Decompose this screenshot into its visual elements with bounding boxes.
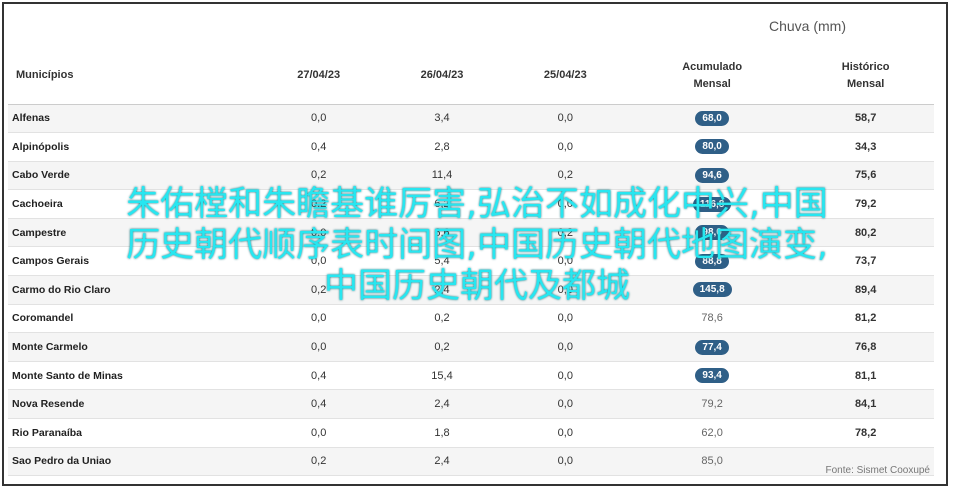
- overlay-line-3: 中国历史朝代及都城: [324, 266, 630, 306]
- acumulado-value: 62,0: [701, 426, 723, 439]
- date-2-cell: 2,8: [434, 140, 450, 153]
- acumulado-value: 85,0: [701, 455, 723, 468]
- col-date-2: 26/04/23: [380, 48, 504, 105]
- acumulado-cell: 79,2: [627, 390, 797, 419]
- table-frame: Chuva (mm) Municípios 27/04/23 26/04/23 …: [2, 2, 948, 486]
- date-1-cell: 0,2: [311, 455, 327, 468]
- table-header-row: Municípios 27/04/23 26/04/23 25/04/23 Ac…: [8, 48, 934, 105]
- municipio-cell: Sao Pedro da Uniao: [12, 455, 112, 468]
- col-acumulado-l1: Acumulado: [682, 60, 743, 73]
- source-note: Fonte: Sismet Cooxupé: [825, 465, 931, 476]
- municipio-cell: Alpinópolis: [12, 140, 70, 153]
- date-1-cell: 0,0: [311, 112, 327, 125]
- historico-cell: 84,1: [854, 398, 877, 411]
- historico-cell: 81,2: [854, 312, 877, 325]
- col-historico-l2: Mensal: [847, 77, 885, 90]
- acumulado-badge: 68,0: [695, 110, 730, 126]
- historico-cell: 78,2: [854, 426, 877, 439]
- col-historico: Histórico Mensal: [797, 48, 934, 105]
- municipio-cell: Coromandel: [12, 312, 74, 325]
- col-date-1: 27/04/23: [257, 48, 381, 105]
- table-row: Sao Pedro da Uniao 0,2 2,4 0,0 85,0: [8, 447, 934, 476]
- historico-cell: 58,7: [854, 112, 877, 125]
- historico-cell: 76,8: [854, 341, 877, 354]
- col-date-3: 25/04/23: [503, 48, 627, 105]
- table-row: Monte Santo de Minas 0,4 15,4 0,0 93,4 81,1: [8, 361, 934, 390]
- date-1-cell: 0,0: [311, 341, 327, 354]
- acumulado-badge: 77,4: [695, 339, 730, 355]
- date-2-cell: 3,4: [434, 112, 450, 125]
- table-row: Alfenas 0,0 3,4 0,0 68,0 58,7: [8, 104, 934, 133]
- acumulado-value: 79,2: [701, 398, 723, 411]
- date-3-cell: 0,0: [557, 140, 573, 153]
- date-2-cell: 0,2: [434, 312, 450, 325]
- table-row: Rio Paranaíba 0,0 1,8 0,0 62,0 78,2: [8, 419, 934, 448]
- date-2-cell: 0,2: [434, 341, 450, 354]
- historico-cell: 81,1: [854, 369, 877, 382]
- table-row: Alpinópolis 0,4 2,8 0,0 80,0 34,3: [8, 133, 934, 162]
- overlay-line-1: 朱佑樘和朱瞻基谁厉害,弘治不如成化中兴,中国: [126, 184, 828, 224]
- acumulado-cell: 78,6: [627, 304, 797, 333]
- acumulado-badge: 94,6: [695, 167, 730, 183]
- municipio-cell: Rio Paranaíba: [12, 426, 83, 439]
- acumulado-cell: 85,0: [627, 447, 797, 476]
- acumulado-cell: 68,0: [627, 104, 797, 133]
- col-historico-l1: Histórico: [841, 60, 890, 73]
- date-2-cell: 2,4: [434, 455, 450, 468]
- acumulado-cell: 77,4: [627, 333, 797, 362]
- overlay-caption: 朱佑樘和朱瞻基谁厉害,弘治不如成化中兴,中国 历史朝代顺序表时间图,中国历史朝代…: [4, 184, 946, 307]
- date-3-cell: 0,0: [557, 341, 573, 354]
- table-row: Nova Resende 0,4 2,4 0,0 79,2 84,1: [8, 389, 934, 419]
- date-3-cell: 0,0: [557, 369, 573, 382]
- date-1-cell: 0,4: [311, 398, 327, 411]
- acumulado-cell: 93,4: [627, 361, 797, 390]
- date-3-cell: 0,0: [557, 398, 573, 411]
- acumulado-cell: 80,0: [627, 133, 797, 162]
- municipio-cell: Monte Carmelo: [12, 341, 88, 354]
- municipio-cell: Alfenas: [12, 112, 50, 125]
- municipio-cell: Nova Resende: [12, 398, 85, 411]
- historico-cell: 34,3: [854, 140, 877, 153]
- date-3-cell: 0,0: [557, 426, 573, 439]
- date-3-cell: 0,0: [557, 112, 573, 125]
- acumulado-cell: 62,0: [627, 419, 797, 448]
- date-2-cell: 2,4: [434, 398, 450, 411]
- municipio-cell: Monte Santo de Minas: [12, 369, 123, 382]
- date-3-cell: 0,0: [557, 455, 573, 468]
- date-1-cell: 0,4: [311, 140, 327, 153]
- date-1-cell: 0,0: [311, 426, 327, 439]
- date-1-cell: 0,0: [311, 312, 327, 325]
- overlay-line-2: 历史朝代顺序表时间图,中国历史朝代地图演变,: [126, 225, 828, 265]
- col-acumulado: Acumulado Mensal: [626, 48, 798, 105]
- acumulado-badge: 93,4: [695, 368, 730, 384]
- date-1-cell: 0,4: [311, 369, 327, 382]
- acumulado-value: 78,6: [701, 312, 723, 325]
- col-acumulado-l2: Mensal: [693, 77, 731, 90]
- table-row: Coromandel 0,0 0,2 0,0 78,6 81,2: [8, 304, 934, 333]
- date-3-cell: 0,0: [557, 312, 573, 325]
- table-row: Monte Carmelo 0,0 0,2 0,0 77,4 76,8: [8, 332, 934, 362]
- chuva-label: Chuva (mm): [768, 18, 846, 34]
- acumulado-badge: 80,0: [695, 139, 730, 155]
- date-2-cell: 1,8: [434, 426, 450, 439]
- col-municipios: Municípios: [8, 48, 257, 105]
- date-2-cell: 15,4: [431, 369, 453, 382]
